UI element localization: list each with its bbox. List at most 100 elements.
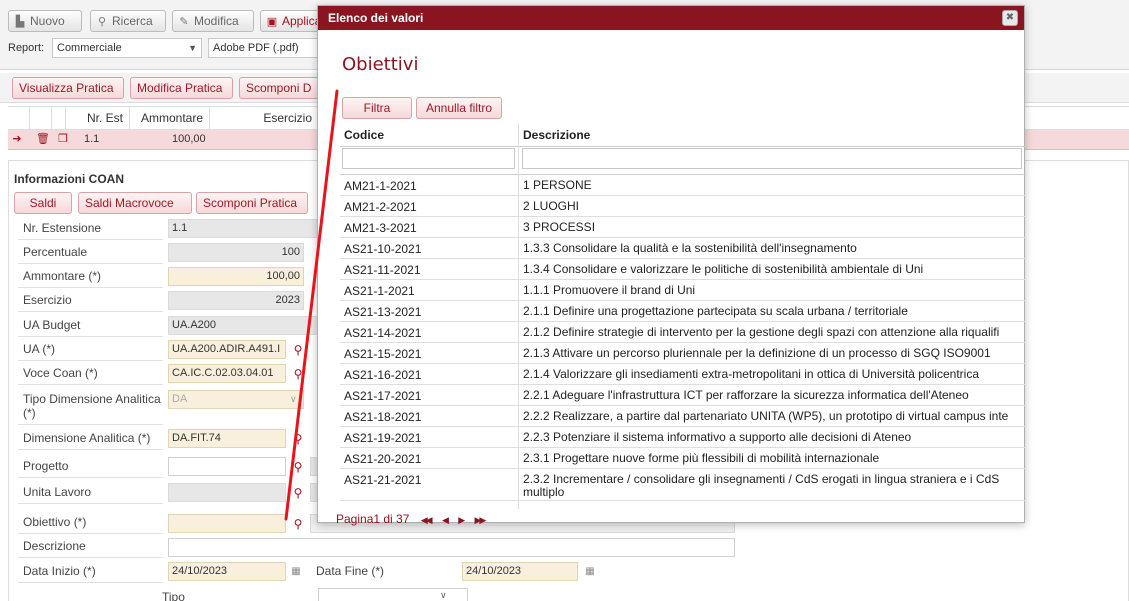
row-code: AS21-20-2021 xyxy=(344,452,422,466)
search-icon[interactable]: ⚲ xyxy=(291,367,305,381)
obiettivo-field[interactable] xyxy=(168,514,286,533)
codice-filter-input[interactable] xyxy=(342,148,515,169)
label-descrizione: Descrizione xyxy=(23,539,86,553)
row-description: 3 PROCESSI xyxy=(523,221,596,234)
divider xyxy=(18,239,163,240)
dialog-header: Elenco dei valori ✖ xyxy=(318,6,1024,30)
calendar-icon[interactable]: ▦ xyxy=(290,566,302,578)
table-row[interactable]: AS21-13-2021 2.1.1 Definire una progettaz… xyxy=(340,301,1026,322)
divider xyxy=(18,477,163,478)
nuovo-button[interactable]: ▙ Nuovo xyxy=(8,10,82,32)
row-description: 1.1.1 Promuovere il brand di Uni xyxy=(523,284,696,297)
label-voce-coan: Voce Coan (*) xyxy=(23,366,98,380)
first-page-icon[interactable]: ◀◀ xyxy=(421,515,433,526)
unita-lavoro-field xyxy=(168,483,286,502)
next-page-icon[interactable]: ▶ xyxy=(458,515,465,526)
scomponi-pratica-button[interactable]: Scomponi Pratica xyxy=(196,192,308,214)
row-code: AS21-10-2021 xyxy=(344,242,422,256)
row-description: 1 PERSONE xyxy=(523,179,592,192)
dimensione-analitica-field[interactable]: DA.FIT.74 xyxy=(168,429,286,448)
visualizza-pratica-button[interactable]: Visualizza Pratica xyxy=(12,77,124,99)
divider xyxy=(18,384,163,385)
search-icon[interactable]: ⚲ xyxy=(291,486,305,500)
row-description: 2.2.1 Adeguare l'infrastruttura ICT per … xyxy=(523,389,969,402)
search-icon: ⚲ xyxy=(97,16,107,28)
voce-coan-field[interactable]: CA.IC.C.02.03.04.01 xyxy=(168,364,286,383)
filtra-button[interactable]: Filtra xyxy=(342,97,412,119)
report-select[interactable]: Commerciale ▼ xyxy=(52,38,202,58)
table-row[interactable]: AS21-20-2021 2.3.1 Progettare nuove forme… xyxy=(340,448,1026,469)
col-codice-header: Codice xyxy=(344,128,385,142)
table-row[interactable]: AS21-16-2021 2.1.4 Valorizzare gli insedi… xyxy=(340,364,1026,385)
saldi-button[interactable]: Saldi xyxy=(14,192,72,214)
copy-icon[interactable]: ❐ xyxy=(56,132,70,146)
search-icon[interactable]: ⚲ xyxy=(291,460,305,474)
label-tipo-dimensione: Tipo Dimensione Analitica (*) xyxy=(23,392,161,420)
divider xyxy=(18,336,163,337)
ricerca-button[interactable]: ⚲ Ricerca xyxy=(90,10,166,32)
calendar-icon[interactable]: ▦ xyxy=(584,566,596,578)
format-select[interactable]: Adobe PDF (.pdf) xyxy=(208,38,320,58)
values-table: Codice Descrizione AM21-1-2021 1 PERSONE A… xyxy=(340,124,1026,509)
close-icon[interactable]: ✖ xyxy=(1002,10,1018,26)
saldi-macrovoce-button[interactable]: Saldi Macrovoce xyxy=(78,192,192,214)
descrizione-filter-input[interactable] xyxy=(522,148,1022,169)
chevron-down-icon: ∨ xyxy=(440,590,447,600)
row-description: 2.2.2 Realizzare, a partire dal partenar… xyxy=(523,410,1009,423)
label-ua-budget: UA Budget xyxy=(23,318,81,332)
trash-icon[interactable]: 🗑 xyxy=(36,132,50,146)
modifica-pratica-button[interactable]: Modifica Pratica xyxy=(130,77,233,99)
dialog-title: Elenco dei valori xyxy=(328,11,424,25)
search-icon[interactable]: ⚲ xyxy=(291,517,305,531)
last-page-icon[interactable]: ▶▶ xyxy=(474,515,486,526)
progetto-field[interactable] xyxy=(168,457,286,476)
table-row[interactable]: AS21-10-2021 1.3.3 Consolidare la qualità… xyxy=(340,238,1026,259)
report-value: Commerciale xyxy=(57,42,122,54)
coan-title: Informazioni COAN xyxy=(14,172,124,186)
new-document-icon: ▙ xyxy=(15,16,25,28)
table-row[interactable]: AS21-11-2021 1.3.4 Consolidare e valorizz… xyxy=(340,259,1026,280)
scomponi-button[interactable]: Scomponi D xyxy=(239,77,319,99)
divider xyxy=(18,263,163,264)
table-row[interactable]: AM21-2-2021 2 LUOGHI xyxy=(340,196,1026,217)
table-row[interactable]: AS21-14-2021 2.1.2 Definire strategie di … xyxy=(340,322,1026,343)
search-icon[interactable]: ⚲ xyxy=(291,343,305,357)
row-description: 2.3.2 Incrementare / consolidare gli ins… xyxy=(523,473,1000,499)
search-icon[interactable]: ⚲ xyxy=(291,432,305,446)
report-label: Report: xyxy=(8,42,45,54)
table-row[interactable]: AM21-1-2021 1 PERSONE xyxy=(340,175,1026,196)
grid-col-blank xyxy=(30,107,52,129)
tipo-dimensione-select[interactable]: DA xyxy=(168,390,304,409)
table-row[interactable]: AS21-1-2021 1.1.1 Promuovere il brand di … xyxy=(340,280,1026,301)
data-inizio-field[interactable]: 24/10/2023 xyxy=(168,562,286,581)
data-fine-field[interactable]: 24/10/2023 xyxy=(462,562,578,581)
annulla-filtro-button[interactable]: Annulla filtro xyxy=(416,97,502,119)
prev-page-icon[interactable]: ◀ xyxy=(442,515,449,526)
grid-col-blank xyxy=(52,107,66,129)
table-row[interactable]: AS21-19-2021 2.2.3 Potenziare il sistema … xyxy=(340,427,1026,448)
table-row[interactable]: AS21-21-2021 2.3.2 Incrementare / consoli… xyxy=(340,469,1026,501)
applica-button[interactable]: ▣ Applica xyxy=(260,10,322,32)
row-description: 2.1.3 Attivare un percorso pluriennale p… xyxy=(523,347,991,360)
arrow-right-icon[interactable]: ➜ xyxy=(10,132,24,146)
table-row[interactable]: AM21-3-2021 3 PROCESSI xyxy=(340,217,1026,238)
ammontare-field[interactable]: 100,00 xyxy=(168,267,304,286)
divider xyxy=(340,146,1026,147)
divider xyxy=(18,311,163,312)
descrizione-field[interactable] xyxy=(168,538,735,557)
pager: Pagina1 di 37 ◀◀ ◀ ▶ ▶▶ xyxy=(336,512,486,526)
row-description: 2.3.1 Progettare nuove forme più flessib… xyxy=(523,452,880,465)
ua-field[interactable]: UA.A200.ADIR.A491.I xyxy=(168,340,286,359)
col-descrizione-header: Descrizione xyxy=(523,128,591,142)
modifica-button[interactable]: ✎ Modifica xyxy=(172,10,254,32)
table-row[interactable]: AS21-18-2021 2.2.2 Realizzare, a partire … xyxy=(340,406,1026,427)
row-code: AS21-13-2021 xyxy=(344,305,422,319)
applica-label: Applica xyxy=(282,14,322,28)
ua-budget-field: UA.A200 xyxy=(168,316,318,335)
table-row[interactable]: AS21-17-2021 2.2.1 Adeguare l'infrastrutt… xyxy=(340,385,1026,406)
table-row[interactable]: AS21-15-2021 2.1.3 Attivare un percorso p… xyxy=(340,343,1026,364)
chevron-down-icon: ∨ xyxy=(290,394,297,404)
ricerca-label: Ricerca xyxy=(112,14,153,28)
row-description: 2.1.1 Definire una progettazione parteci… xyxy=(523,305,908,318)
row-code: AS21-18-2021 xyxy=(344,410,422,424)
